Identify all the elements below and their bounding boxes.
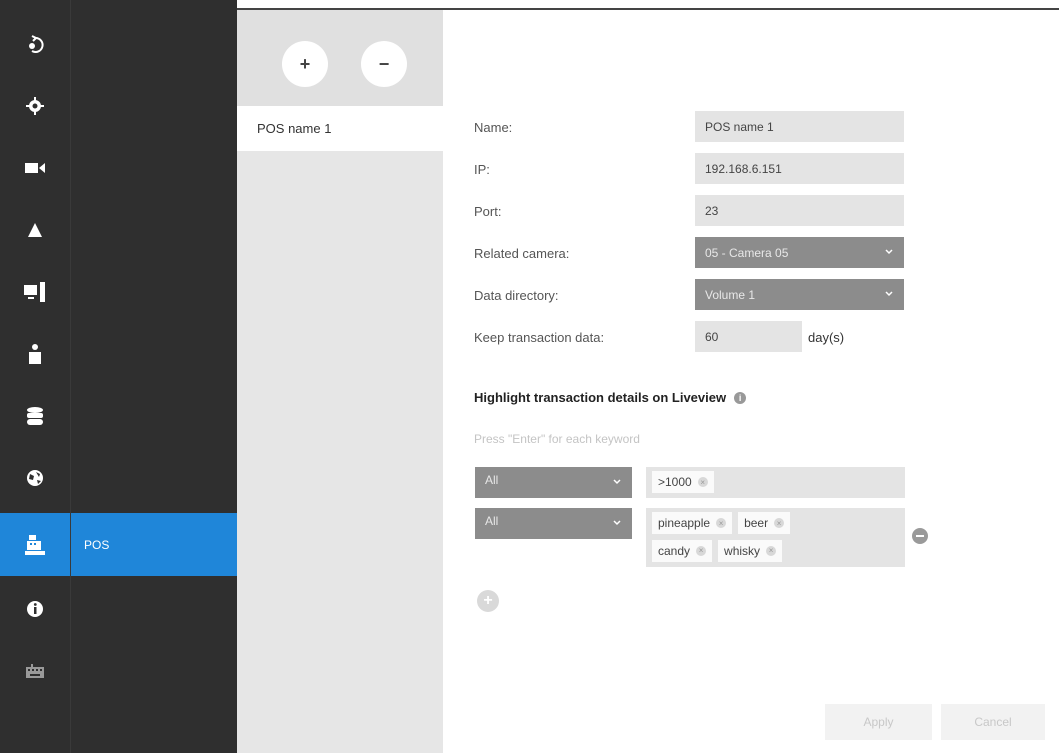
remove-tag-icon[interactable]: ×	[696, 545, 707, 556]
gear-icon	[26, 97, 44, 115]
pos-list-item[interactable]: POS name 1	[237, 106, 443, 151]
remove-rule-button[interactable]	[912, 528, 928, 544]
keyword-tag: pineapple ×	[652, 512, 733, 534]
keyword-tag: beer ×	[738, 512, 791, 534]
related-camera-label: Related camera:	[474, 246, 570, 261]
monitor-icon	[24, 282, 45, 302]
keyword-tag-text: beer	[744, 516, 769, 530]
rail-item-alert[interactable]	[0, 199, 70, 261]
keep-data-label: Keep transaction data:	[474, 330, 605, 345]
chevron-down-icon	[613, 479, 621, 485]
data-directory-value: Volume 1	[705, 287, 756, 302]
rail-item-settings[interactable]	[0, 75, 70, 137]
chevron-down-icon	[885, 249, 893, 255]
data-directory-select[interactable]: Volume 1	[695, 279, 904, 310]
subnav-item-label: POS	[84, 537, 110, 552]
rail-item-devices[interactable]	[0, 261, 70, 323]
globe-icon	[27, 470, 43, 486]
remove-tag-icon[interactable]: ×	[774, 518, 785, 528]
keyword-scope-select[interactable]: All	[475, 508, 632, 539]
pos-list-item-label: POS name 1	[257, 121, 332, 136]
keyboard-icon	[26, 664, 44, 678]
keyword-scope-value: All	[485, 473, 499, 487]
sub-nav: POS	[70, 0, 238, 753]
alert-icon	[28, 223, 42, 237]
highlight-title-text: Highlight transaction details on Livevie…	[474, 390, 727, 405]
remove-tag-icon[interactable]: ×	[766, 545, 777, 556]
keyword-hint: Press "Enter" for each keyword	[474, 432, 640, 446]
remove-tag-icon[interactable]: ×	[716, 518, 727, 528]
keep-data-unit: day(s)	[808, 330, 845, 345]
related-camera-select[interactable]: 05 - Camera 05	[695, 237, 904, 268]
database-icon	[27, 407, 43, 425]
subnav-item-pos[interactable]: POS	[71, 513, 238, 576]
keyword-input[interactable]: >1000 ×	[646, 467, 905, 498]
keyword-tag: >1000 ×	[652, 471, 714, 493]
camera-icon	[25, 163, 45, 173]
keyword-tag: whisky ×	[718, 539, 783, 562]
rail-item-pos[interactable]	[0, 513, 70, 576]
chevron-down-icon	[613, 520, 621, 526]
remove-pos-button[interactable]: −	[361, 41, 407, 87]
port-field[interactable]: 23	[695, 195, 904, 226]
pos-list-toolbar: + −	[237, 10, 443, 106]
name-field[interactable]: POS name 1	[695, 111, 904, 142]
related-camera-value: 05 - Camera 05	[705, 245, 789, 260]
name-label: Name:	[474, 120, 513, 135]
info-icon[interactable]: i	[734, 391, 747, 404]
keyword-tag-text: candy	[658, 543, 691, 558]
minus-icon	[916, 535, 924, 537]
data-directory-label: Data directory:	[474, 288, 559, 303]
pos-list-panel: + − POS name 1	[237, 10, 443, 753]
add-rule-button[interactable]: +	[477, 590, 499, 612]
keyword-input[interactable]: pineapple × beer × candy × whisky ×	[646, 508, 905, 567]
keyword-scope-value: All	[485, 514, 499, 528]
port-label: Port:	[474, 204, 502, 219]
main-nav-rail	[0, 0, 70, 753]
pos-settings-form: Name: POS name 1 IP: 192.168.6.151 Port:…	[443, 10, 1057, 753]
rail-item-camera[interactable]	[0, 137, 70, 199]
pos-icon	[25, 534, 45, 555]
keep-data-field[interactable]: 60	[695, 321, 802, 352]
ip-field[interactable]: 192.168.6.151	[695, 153, 904, 184]
rail-item-user[interactable]	[0, 323, 70, 385]
ip-label: IP:	[474, 162, 490, 177]
remove-tag-icon[interactable]: ×	[697, 477, 708, 487]
rail-item-network[interactable]	[0, 447, 70, 509]
info-icon	[27, 601, 43, 617]
rail-item-info[interactable]	[0, 578, 70, 640]
keyword-tag-text: whisky	[724, 543, 761, 558]
keyword-tag-text: pineapple	[658, 516, 711, 530]
rail-item-logout[interactable]	[0, 13, 70, 75]
user-icon	[29, 344, 41, 364]
rail-item-keyboard[interactable]	[0, 640, 70, 702]
cancel-button[interactable]: Cancel	[941, 704, 1045, 740]
rail-item-storage[interactable]	[0, 385, 70, 447]
keyword-scope-select[interactable]: All	[475, 467, 632, 498]
add-pos-button[interactable]: +	[282, 41, 328, 87]
logout-icon	[29, 35, 44, 53]
keyword-tag-text: >1000	[658, 475, 692, 489]
keyword-tag: candy ×	[652, 539, 713, 562]
chevron-down-icon	[885, 291, 893, 297]
highlight-section-title: Highlight transaction details on Livevie…	[474, 390, 747, 405]
apply-button[interactable]: Apply	[825, 704, 932, 740]
